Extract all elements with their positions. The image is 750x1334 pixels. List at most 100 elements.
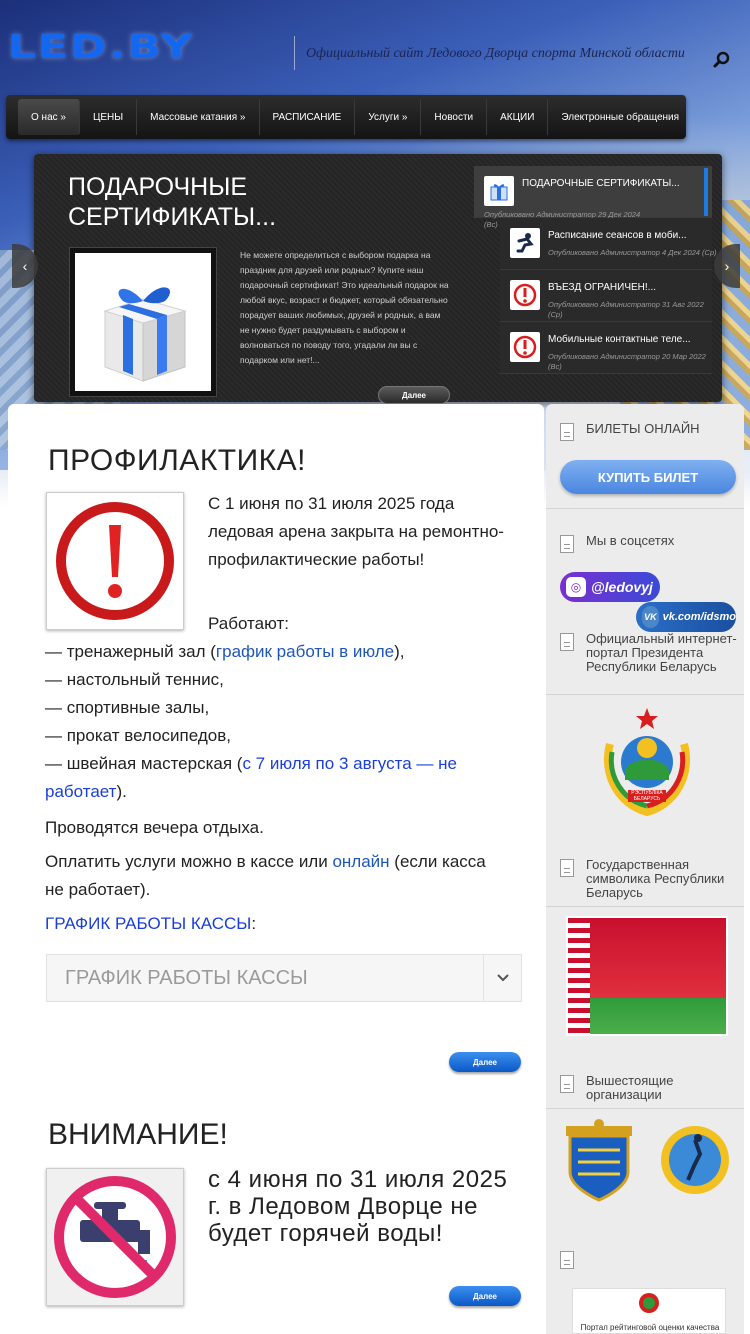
nav-item-services[interactable]: Услуги » (355, 99, 422, 135)
nav-item-prices[interactable]: ЦЕНЫ (80, 99, 138, 135)
main-content: ПРОФИЛАКТИКА! С 1 июня по 31 июля 2025 г… (8, 404, 544, 1334)
header-divider (294, 36, 295, 70)
sidebar-heading-social: Мы в соцсетях (560, 534, 674, 553)
article1-more-button[interactable]: Далее (449, 1052, 521, 1072)
rating-portal-banner[interactable]: Портал рейтинговой оценки качества (572, 1288, 726, 1334)
site-logo[interactable]: LED.BY (8, 28, 194, 66)
heading-label: Государственная символика Республики Бел… (586, 857, 725, 900)
cashbox-schedule-accordion[interactable]: ГРАФИК РАБОТЫ КАССЫ (46, 954, 522, 1002)
vk-link[interactable]: VK vk.com/idsmo (636, 602, 736, 632)
line-text: : (251, 914, 257, 933)
site-header: LED.BY Официальный сайт Ледового Дворца … (0, 0, 750, 90)
slide-list-item-title: Мобильные контактные теле... (548, 334, 691, 345)
slide-image[interactable] (70, 248, 216, 396)
article-image (46, 492, 184, 630)
gift-icon (484, 176, 514, 206)
sidebar-heading-portal[interactable]: Официальный интернет-портал Президента Р… (560, 632, 740, 674)
instagram-handle: @ledovyj (591, 579, 653, 595)
nav-item-appeals[interactable]: Электронные обращения (548, 99, 692, 135)
no-hot-water-icon (54, 1176, 176, 1298)
slide-list-item-meta: Опубликовано Администратор 31 Авг 2022 (… (548, 300, 704, 319)
sidebar-heading-orgs: Вышестоящие организации (560, 1074, 740, 1102)
gift-box-icon (103, 287, 187, 382)
article2-image (46, 1168, 184, 1306)
slide-list-item[interactable]: Расписание сеансов в моби... Опубликован… (500, 218, 717, 270)
sidebar: БИЛЕТЫ ОНЛАЙН КУПИТЬ БИЛЕТ Мы в соцсетях… (546, 404, 744, 1334)
main-nav: О нас » ЦЕНЫ Массовые катания » РАСПИСАН… (6, 95, 686, 139)
emblem-icon (639, 1293, 659, 1313)
working-line-tennis: — настольный теннис, (45, 670, 224, 689)
buy-ticket-button[interactable]: КУПИТЬ БИЛЕТ (560, 460, 736, 494)
belarus-flag[interactable] (566, 916, 728, 1036)
nav-item-promotions[interactable]: АКЦИИ (487, 99, 549, 135)
slide-list-item[interactable]: ВЪЕЗД ОГРАНИЧЕН!... Опубликовано Админис… (500, 270, 712, 322)
skater-icon (510, 228, 540, 258)
emblem-caption: РЭСПУБЛІКА БЕЛАРУСЬ (631, 790, 663, 802)
exclamation-icon (510, 280, 540, 310)
divider (546, 694, 744, 695)
working-line-gym: — тренажерный зал (график работы в июле)… (45, 638, 405, 666)
nav-item-news[interactable]: Новости (421, 99, 488, 135)
line-text: — тренажерный зал ( (45, 642, 216, 661)
line-text: ), (394, 642, 405, 661)
site-tagline: Официальный сайт Ледового Дворца спорта … (306, 46, 685, 61)
exclamation-icon (510, 332, 540, 362)
sidebar-heading-portal-rating (560, 1250, 586, 1269)
nav-item-about[interactable]: О нас » (18, 99, 80, 135)
slide-more-button[interactable]: Далее (378, 386, 450, 404)
heading-label: БИЛЕТЫ ОНЛАЙН (586, 421, 700, 436)
sidebar-heading-symbols[interactable]: Государственная символика Республики Бел… (560, 858, 740, 900)
working-line-halls: — спортивные залы, (45, 698, 210, 717)
working-label: Работают: (208, 614, 289, 633)
minsk-region-coat-of-arms[interactable] (560, 1116, 638, 1202)
slide-list-scrollbar[interactable] (704, 168, 708, 216)
exclamation-icon (56, 502, 174, 620)
instagram-link[interactable]: ◎ @ledovyj (560, 572, 660, 602)
document-icon (560, 1251, 574, 1269)
vk-icon: VK (642, 606, 659, 628)
divider (546, 508, 744, 509)
chevron-right-icon: › (724, 258, 730, 274)
slide-list-item-title: ВЪЕЗД ОГРАНИЧЕН!... (548, 282, 657, 293)
line-text: — швейная мастерская ( (45, 754, 243, 773)
payment-text: Оплатить услуги можно в кассе или онлайн… (45, 848, 505, 904)
divider (546, 1108, 744, 1109)
slide-title[interactable]: ПОДАРОЧНЫЕ СЕРТИФИКАТЫ... (68, 172, 308, 232)
evenings-text: Проводятся вечера отдыха. (45, 818, 264, 837)
belarus-emblem[interactable]: РЭСПУБЛІКА БЕЛАРУСЬ (592, 704, 702, 820)
sports-committee-emblem[interactable] (658, 1118, 732, 1202)
document-icon (560, 535, 574, 553)
slide-list-item-meta: Опубликовано Администратор 4 Дек 2024 (С… (548, 248, 717, 257)
slide-list: ПОДАРОЧНЫЕ СЕРТИФИКАТЫ... Опубликовано А… (474, 166, 717, 374)
slide-list-item[interactable]: ПОДАРОЧНЫЕ СЕРТИФИКАТЫ... Опубликовано А… (474, 166, 712, 229)
article-title[interactable]: ПРОФИЛАКТИКА! (48, 444, 306, 478)
article2-more-button[interactable]: Далее (449, 1286, 521, 1306)
pay-online-link[interactable]: онлайн (332, 852, 389, 871)
slide-list-item[interactable]: Мобильные контактные теле... Опубликован… (500, 322, 712, 374)
slide-text: Не можете определиться с выбором подарка… (240, 250, 449, 365)
cashbox-schedule-line: ГРАФИК РАБОТЫ КАССЫ: (45, 910, 256, 938)
rating-portal-label: Портал рейтинговой оценки качества (580, 1323, 720, 1332)
cashbox-schedule-link[interactable]: ГРАФИК РАБОТЫ КАССЫ (45, 914, 251, 933)
news-slider: ПОДАРОЧНЫЕ СЕРТИФИКАТЫ... Не можете опре… (34, 154, 722, 404)
slide-list-item-meta: Опубликовано Администратор 20 Мар 2022 (… (548, 352, 706, 371)
slide-list-item-title: ПОДАРОЧНЫЕ СЕРТИФИКАТЫ... (522, 178, 680, 189)
document-icon (560, 1075, 574, 1093)
document-icon (560, 423, 574, 441)
working-line-sewing: — швейная мастерская (с 7 июля по 3 авгу… (45, 750, 515, 806)
chevron-down-icon[interactable] (483, 955, 521, 1001)
line-text: Оплатить услуги можно в кассе или (45, 852, 333, 871)
gym-schedule-link[interactable]: график работы в июле (216, 642, 394, 661)
divider (546, 906, 744, 907)
article2-title[interactable]: ВНИМАНИЕ! (48, 1118, 228, 1152)
document-icon (560, 633, 574, 651)
heading-label: Вышестоящие организации (586, 1073, 674, 1102)
heading-label: Официальный интернет-портал Президента Р… (586, 631, 737, 674)
instagram-icon: ◎ (566, 577, 586, 597)
search-icon[interactable] (712, 50, 732, 70)
nav-item-schedule[interactable]: РАСПИСАНИЕ (260, 99, 356, 135)
sidebar-heading-tickets: БИЛЕТЫ ОНЛАЙН (560, 422, 700, 441)
line-text: ). (116, 782, 127, 801)
nav-item-public-skating[interactable]: Массовые катания » (137, 99, 260, 135)
article-intro: С 1 июня по 31 июля 2025 года ледовая ар… (208, 494, 504, 569)
